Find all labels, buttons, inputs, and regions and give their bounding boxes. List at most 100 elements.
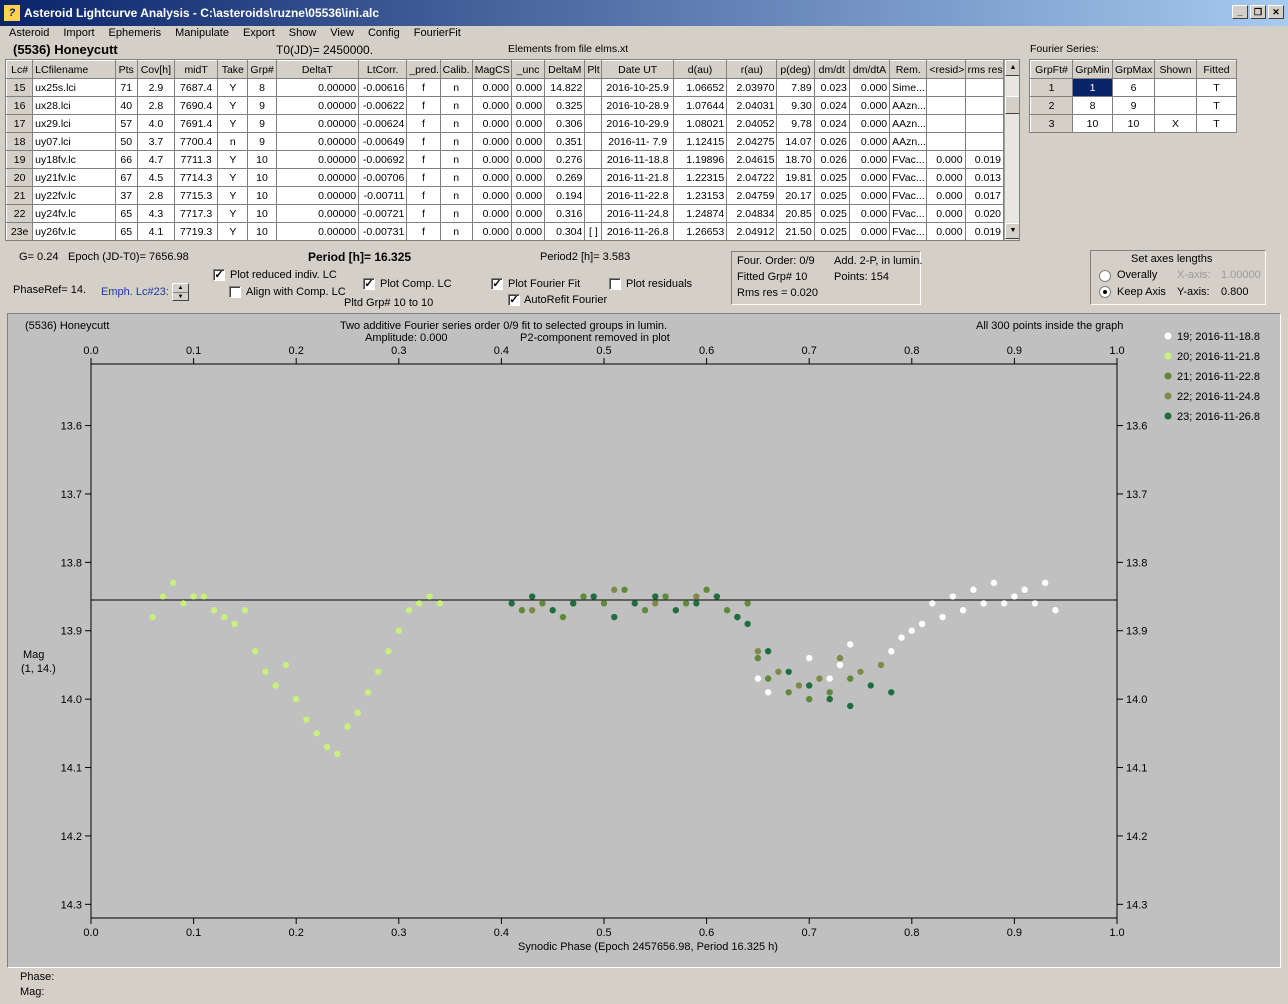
lc-cell[interactable]: -0.00731 [358,222,408,240]
lc-cell[interactable]: 7719.3 [173,222,219,240]
lc-cell[interactable]: 0.023 [813,78,850,97]
lc-cell[interactable] [584,204,603,223]
lc-row-header[interactable]: 20 [6,168,34,187]
table-scrollbar[interactable]: ▲ ▼ [1004,60,1019,240]
lc-cell[interactable]: ux29.lci [32,114,116,133]
lc-cell[interactable]: FVac... [889,186,928,205]
lc-cell[interactable]: 0.025 [813,204,850,223]
lc-cell[interactable]: 8 [247,78,277,97]
lc-cell[interactable]: 0.000 [471,78,512,97]
lc-cell[interactable]: 2.04912 [726,222,778,240]
lc-cell[interactable]: ux28.lci [32,96,116,115]
lc-cell[interactable]: 7687.4 [173,78,219,97]
lc-row-header[interactable]: 15 [6,78,34,97]
lc-cell[interactable]: 0.024 [813,96,850,115]
lc-cell[interactable]: Y [217,96,249,115]
lc-cell[interactable]: 0.025 [813,186,850,205]
lc-col-header[interactable]: Calib. [439,60,473,79]
scroll-up-icon[interactable]: ▲ [1005,60,1019,76]
lc-cell[interactable]: -0.00622 [358,96,408,115]
lc-cell[interactable]: 0.00000 [275,186,360,205]
lc-cell[interactable]: 0.026 [813,150,850,169]
yaxis-value[interactable]: 0.800 [1221,286,1249,298]
lc-cell[interactable] [584,132,603,151]
lc-cell[interactable]: 0.025 [813,168,850,187]
lc-cell[interactable]: -0.00616 [358,78,408,97]
lc-cell[interactable]: 0.000 [471,132,512,151]
plot-fourier-checkbox[interactable]: ✓ [491,278,503,290]
lc-row-header[interactable]: 18 [6,132,34,151]
lc-cell[interactable]: f [406,150,441,169]
lc-cell[interactable]: 0.194 [544,186,586,205]
lc-cell[interactable]: n [217,132,249,151]
autorefit-checkbox[interactable]: ✓ [508,294,520,306]
lc-cell[interactable]: uy21fv.lc [32,168,116,187]
lc-cell[interactable]: 14.822 [544,78,586,97]
lc-cell[interactable]: n [439,186,473,205]
fourier-table-row[interactable]: 116T [1030,78,1237,97]
lc-cell[interactable] [584,96,603,115]
lc-table-row[interactable]: 15 ux25s.lci 71 2.9 7687.4 Y 8 0.00000 -0.00616 f… [6,78,1005,97]
lc-cell[interactable]: 10 [247,222,277,240]
lc-cell[interactable]: 0.000 [926,168,966,187]
lc-cell[interactable]: 9 [247,96,277,115]
lc-cell[interactable]: Y [217,204,249,223]
fourier-row-header[interactable]: 1 [1030,78,1073,97]
lc-cell[interactable]: 0.013 [964,168,1005,187]
lc-cell[interactable]: 0.316 [544,204,586,223]
lc-cell[interactable]: 0.020 [964,204,1005,223]
lc-row-header[interactable]: 16 [6,96,34,115]
lc-cell[interactable]: ux25s.lci [32,78,116,97]
lc-cell[interactable]: 4.1 [136,222,175,240]
scroll-down-icon[interactable]: ▼ [1005,223,1019,239]
lc-cell[interactable] [584,114,603,133]
lc-cell[interactable]: 0.00000 [275,96,360,115]
lc-cell[interactable]: 2.9 [136,78,175,97]
lc-cell[interactable]: 1.08021 [672,114,728,133]
lc-row-header[interactable]: 19 [6,150,34,169]
lc-col-header[interactable]: Date UT [601,60,674,79]
overally-radio[interactable] [1099,270,1111,282]
fourier-table-row[interactable]: 3 10 10 X T [1030,114,1237,133]
fourier-cell[interactable]: T [1196,96,1237,115]
period-label[interactable]: Period [h]= 16.325 [308,250,411,264]
lc-col-header[interactable]: rms res [964,60,1005,79]
lc-col-header[interactable]: LtCorr. [358,60,408,79]
lc-col-header[interactable]: _unc [510,60,546,79]
lc-table-row[interactable]: 19 uy18fv.lc 66 4.7 7711.3 Y 10 0.00000 -0.00692… [6,150,1005,169]
close-button[interactable]: ✕ [1268,5,1284,19]
lc-cell[interactable]: 9.78 [776,114,815,133]
lc-table-row[interactable]: 22 uy24fv.lc 65 4.3 7717.3 Y 10 0.00000 -0.00721… [6,204,1005,223]
lc-cell[interactable]: 2.04275 [726,132,778,151]
lc-cell[interactable]: n [439,114,473,133]
xaxis-value[interactable]: 1.00000 [1221,269,1261,281]
lc-cell[interactable]: 0.269 [544,168,586,187]
lc-cell[interactable]: 2016-10-25.9 [601,78,674,97]
lc-cell[interactable]: 7700.4 [173,132,219,151]
lc-cell[interactable]: 0.00000 [275,168,360,187]
lc-cell[interactable]: Y [217,168,249,187]
lc-cell[interactable]: 65 [114,222,138,240]
lc-cell[interactable]: 3.7 [136,132,175,151]
lc-cell[interactable]: 10 [247,186,277,205]
lc-cell[interactable]: Y [217,186,249,205]
lc-cell[interactable]: 67 [114,168,138,187]
plot-panel[interactable]: (5536) Honeycutt Two additive Fourier se… [7,313,1281,968]
lc-cell[interactable]: -0.00706 [358,168,408,187]
lc-cell[interactable]: 0.325 [544,96,586,115]
spin-down-icon[interactable]: ▼ [173,293,188,301]
lc-cell[interactable]: 1.07644 [672,96,728,115]
plot-reduced-checkbox[interactable]: ✓ [213,269,225,281]
menu-view[interactable]: View [330,26,354,41]
lc-cell[interactable]: 7691.4 [173,114,219,133]
lc-cell[interactable]: 0.000 [848,114,891,133]
align-comp-checkbox[interactable] [229,286,241,298]
lc-cell[interactable]: 37 [114,186,138,205]
lc-col-header[interactable]: <resid> [926,60,966,79]
lc-cell[interactable]: 2.04759 [726,186,778,205]
fourier-cell[interactable] [1154,96,1197,115]
lc-cell[interactable]: 1.22315 [672,168,728,187]
lc-cell[interactable]: n [439,78,473,97]
lc-cell[interactable]: 0.00000 [275,150,360,169]
fourier-cell[interactable]: 10 [1112,114,1155,133]
